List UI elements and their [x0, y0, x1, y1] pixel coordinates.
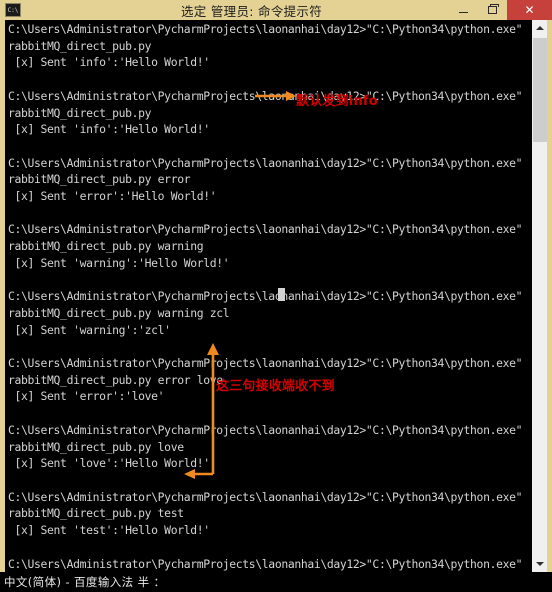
console-text: C:\Users\Administrator\PycharmProjects\l… — [8, 22, 523, 571]
annotation-label-default-info: 默认发到info — [296, 94, 378, 109]
minimize-icon — [459, 12, 468, 13]
maximize-button[interactable] — [478, 0, 507, 20]
ime-status-bar[interactable]: 中文(简体) - 百度输入法 半 ： — [0, 572, 552, 592]
scroll-down-arrow-icon[interactable] — [532, 556, 547, 572]
window-controls: ✕ — [449, 0, 552, 20]
console-icon: C:\ — [5, 3, 21, 17]
vertical-scrollbar[interactable] — [531, 20, 547, 572]
scroll-up-arrow-icon[interactable] — [532, 20, 547, 36]
scroll-thumb[interactable] — [533, 38, 547, 142]
restore-icon — [488, 4, 499, 14]
console-output-area[interactable]: C:\Users\Administrator\PycharmProjects\l… — [5, 20, 547, 572]
minimize-button[interactable] — [449, 0, 478, 20]
title-bar[interactable]: C:\ 选定 管理员: 命令提示符 ✕ — [0, 0, 552, 20]
ime-status-text: 中文(简体) - 百度输入法 半 ： — [4, 575, 166, 589]
annotation-label-not-received: 这三句接收端收不到 — [216, 379, 335, 394]
close-button[interactable]: ✕ — [507, 0, 552, 20]
text-cursor — [278, 288, 285, 301]
command-prompt-window: C:\ 选定 管理员: 命令提示符 ✕ C:\Users\Administrat… — [0, 0, 552, 592]
